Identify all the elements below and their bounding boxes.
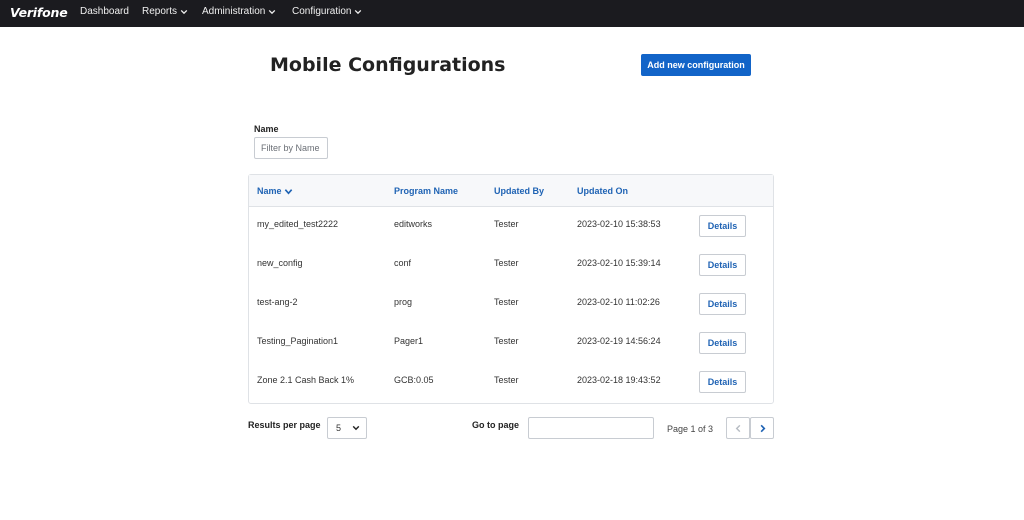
chevron-down-icon <box>352 425 360 431</box>
nav-reports[interactable]: Reports <box>142 6 188 17</box>
cell-updated-on: 2023-02-10 15:38:53 <box>577 219 661 229</box>
nav-dashboard[interactable]: Dashboard <box>80 6 129 17</box>
column-header-updated-on: Updated On <box>577 186 628 196</box>
column-header-program-name: Program Name <box>394 186 459 196</box>
cell-updated-by: Tester <box>494 375 519 385</box>
chevron-down-icon <box>180 9 188 14</box>
cell-program-name: Pager1 <box>394 336 424 346</box>
nav-dashboard-label: Dashboard <box>80 6 129 17</box>
table-row: Zone 2.1 Cash Back 1% GCB:0.05 Tester 20… <box>249 363 773 402</box>
results-per-page-label: Results per page <box>248 420 321 430</box>
nav-administration-label: Administration <box>202 6 266 17</box>
cell-name: Testing_Pagination1 <box>257 336 339 346</box>
column-header-name[interactable]: Name <box>257 186 293 196</box>
table-row: test-ang-2 prog Tester 2023-02-10 11:02:… <box>249 285 773 324</box>
go-to-page-input[interactable] <box>528 417 654 439</box>
cell-updated-on: 2023-02-19 14:56:24 <box>577 336 661 346</box>
nav-configuration[interactable]: Configuration <box>292 6 362 17</box>
results-per-page-select[interactable]: 5 <box>327 417 367 439</box>
cell-name: test-ang-2 <box>257 297 298 307</box>
cell-updated-by: Tester <box>494 297 519 307</box>
page-title: Mobile Configurations <box>270 54 506 76</box>
details-button[interactable]: Details <box>699 332 746 354</box>
details-button[interactable]: Details <box>699 254 746 276</box>
top-navbar: Verifone Dashboard Reports Administratio… <box>0 0 1024 27</box>
cell-updated-on: 2023-02-10 15:39:14 <box>577 258 661 268</box>
previous-page-button[interactable] <box>726 417 750 439</box>
chevron-right-icon <box>760 424 765 432</box>
cell-program-name: conf <box>394 258 412 268</box>
verifone-logo[interactable]: Verifone <box>10 5 68 20</box>
cell-updated-by: Tester <box>494 258 519 268</box>
details-button[interactable]: Details <box>699 293 746 315</box>
sort-descending-icon <box>284 188 292 195</box>
chevron-down-icon <box>269 9 276 14</box>
configurations-table: Name Program Name Updated By Updated On … <box>248 174 774 404</box>
table-row: new_config conf Tester 2023-02-10 15:39:… <box>249 246 773 285</box>
name-filter-label: Name <box>254 124 279 134</box>
cell-updated-on: 2023-02-10 11:02:26 <box>577 297 660 307</box>
name-filter-input[interactable] <box>254 137 328 159</box>
table-row: my_edited_test2222 editworks Tester 2023… <box>249 207 773 246</box>
chevron-left-icon <box>735 424 740 432</box>
cell-name: my_edited_test2222 <box>257 219 339 229</box>
cell-updated-by: Tester <box>494 336 519 346</box>
cell-program-name: editworks <box>394 219 433 229</box>
cell-program-name: GCB:0.05 <box>394 375 434 385</box>
cell-name: new_config <box>257 258 303 268</box>
chevron-down-icon <box>355 9 362 14</box>
cell-name: Zone 2.1 Cash Back 1% <box>257 375 355 385</box>
cell-program-name: prog <box>394 297 413 307</box>
next-page-button[interactable] <box>750 417 774 439</box>
cell-updated-on: 2023-02-18 19:43:52 <box>577 375 661 385</box>
nav-reports-label: Reports <box>142 6 178 17</box>
details-button[interactable]: Details <box>699 215 746 237</box>
page-indicator: Page 1 of 3 <box>667 424 714 434</box>
cell-updated-by: Tester <box>494 219 519 229</box>
nav-administration[interactable]: Administration <box>202 6 276 17</box>
table-row: Testing_Pagination1 Pager1 Tester 2023-0… <box>249 324 773 363</box>
table-header: Name Program Name Updated By Updated On <box>249 175 773 207</box>
results-per-page-value: 5 <box>336 423 342 433</box>
details-button[interactable]: Details <box>699 371 746 393</box>
column-header-name-label: Name <box>257 186 282 196</box>
nav-configuration-label: Configuration <box>292 6 352 17</box>
go-to-page-label: Go to page <box>472 420 519 430</box>
column-header-updated-by: Updated By <box>494 186 545 196</box>
add-new-configuration-button[interactable]: Add new configuration <box>641 54 751 76</box>
